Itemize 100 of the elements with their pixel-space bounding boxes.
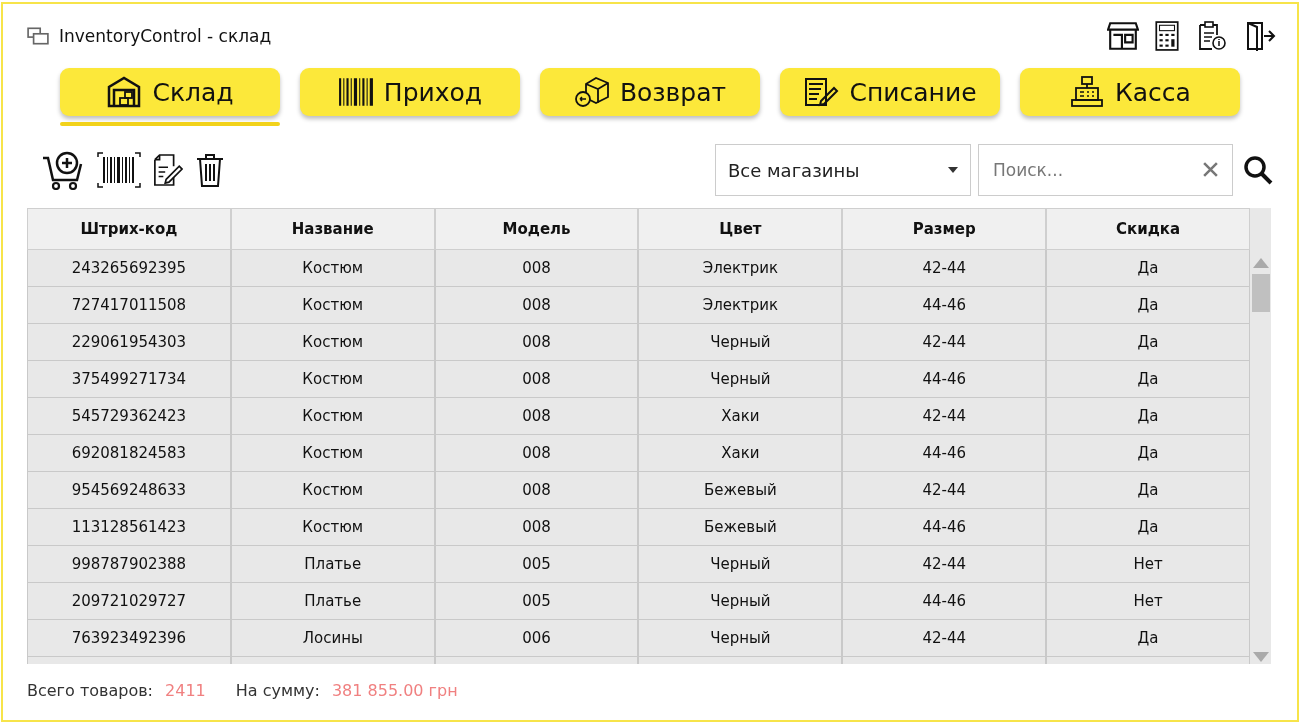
- table-cell: 44-46: [842, 287, 1047, 324]
- table-cell: Да: [1046, 398, 1250, 435]
- table-cell: Костюм: [230, 324, 435, 361]
- dropdown-caret-icon: [948, 167, 958, 173]
- table-cell: 42-44: [842, 546, 1047, 583]
- table-cell: Бежевый: [638, 509, 843, 546]
- table-cell: 727417011508: [27, 287, 231, 324]
- store-icon[interactable]: [1107, 21, 1139, 51]
- search-icon[interactable]: [1243, 155, 1273, 185]
- table-cell: Да: [1046, 287, 1250, 324]
- nav-tab[interactable]: Касса: [1020, 68, 1240, 116]
- table-cell: 545729362423: [27, 398, 231, 435]
- table-cell: Да: [1046, 324, 1250, 361]
- table-cell: 42-44: [842, 620, 1047, 657]
- table-cell: Да: [1046, 250, 1250, 287]
- table-cell: Электрик: [638, 287, 843, 324]
- table-cell: 375499271734: [27, 361, 231, 398]
- table-cell: Да: [1046, 472, 1250, 509]
- table-cell: 008: [434, 509, 639, 546]
- table-cell: 113128561423: [27, 509, 231, 546]
- table-cell: 42-44: [842, 250, 1047, 287]
- table-cell: 008: [434, 287, 639, 324]
- table-cell: Электрик: [638, 250, 843, 287]
- sum-label: На сумму:: [235, 680, 320, 700]
- scroll-thumb[interactable]: [1251, 274, 1270, 312]
- table-cell: Хаки: [638, 435, 843, 472]
- table-cell: Костюм: [230, 361, 435, 398]
- table-cell: Черный: [638, 583, 843, 620]
- barcode-scan-icon[interactable]: [97, 150, 141, 190]
- table-cell: Костюм: [230, 398, 435, 435]
- column-header[interactable]: Скидка: [1046, 208, 1250, 250]
- app-windows-icon: [27, 27, 49, 45]
- search-field[interactable]: Поиск...: [978, 144, 1233, 196]
- sum-value: 381 855.00 грн: [331, 680, 458, 700]
- table-cell: Да: [1046, 361, 1250, 398]
- box-return-icon: [573, 76, 610, 108]
- table-cell: Хаки: [638, 398, 843, 435]
- table-cell: Платье: [230, 546, 435, 583]
- table-cell: Лосины: [230, 620, 435, 657]
- window-title: InventoryControl - склад: [59, 26, 272, 46]
- add-to-cart-icon[interactable]: [41, 150, 85, 190]
- table-cell: Черный: [638, 620, 843, 657]
- table-cell: 008: [434, 435, 639, 472]
- table-cell: 243265692395: [27, 250, 231, 287]
- column-header[interactable]: Модель: [434, 208, 639, 250]
- table-cell: Платье: [230, 583, 435, 620]
- table-cell: Да: [1046, 509, 1250, 546]
- total-value: 2411: [165, 680, 206, 700]
- table-cell: 44-46: [842, 361, 1047, 398]
- table-cell: Костюм: [230, 435, 435, 472]
- store-dropdown[interactable]: Все магазины: [715, 144, 971, 196]
- cash-register-icon: [1069, 76, 1106, 108]
- table-cell: Нет: [1046, 583, 1250, 620]
- table-cell: Костюм: [230, 472, 435, 509]
- column-header[interactable]: Цвет: [638, 208, 843, 250]
- table-cell: 42-44: [842, 472, 1047, 509]
- table-cell: 998787902388: [27, 546, 231, 583]
- nav-tab[interactable]: Возврат: [540, 68, 760, 116]
- table-cell: Черный: [638, 361, 843, 398]
- table-cell: 44-46: [842, 435, 1047, 472]
- table-cell: Да: [1046, 620, 1250, 657]
- table-cell: 008: [434, 324, 639, 361]
- table-cell: 44-46: [842, 583, 1047, 620]
- edit-document-icon[interactable]: [153, 153, 183, 187]
- nav-tab[interactable]: Склад: [60, 68, 280, 116]
- table-cell: Нет: [1046, 546, 1250, 583]
- table-cell: 692081824583: [27, 435, 231, 472]
- table-cell: 008: [434, 398, 639, 435]
- table-cell: 005: [434, 583, 639, 620]
- nav-tab[interactable]: Списание: [780, 68, 1000, 116]
- trash-icon[interactable]: [195, 153, 225, 187]
- clear-icon[interactable]: [1202, 161, 1219, 178]
- table-cell: Бежевый: [638, 472, 843, 509]
- table-cell: Костюм: [230, 509, 435, 546]
- table-cell: 44-46: [842, 509, 1047, 546]
- table-cell: Костюм: [230, 287, 435, 324]
- table-cell: 42-44: [842, 398, 1047, 435]
- column-header[interactable]: Название: [230, 208, 435, 250]
- table-cell: Костюм: [230, 250, 435, 287]
- table-cell: 229061954303: [27, 324, 231, 361]
- table-cell: 763923492396: [27, 620, 231, 657]
- warehouse-icon: [106, 76, 143, 108]
- total-label: Всего товаров:: [27, 680, 153, 700]
- table-cell: 008: [434, 250, 639, 287]
- table-cell: 209721029727: [27, 583, 231, 620]
- barcode-icon: [337, 76, 374, 108]
- table-cell: Черный: [638, 324, 843, 361]
- exit-door-icon[interactable]: [1245, 21, 1277, 51]
- nav-tab[interactable]: Приход: [300, 68, 520, 116]
- table-cell: Черный: [638, 546, 843, 583]
- document-pen-icon: [803, 76, 840, 108]
- table-cell: 008: [434, 472, 639, 509]
- table-cell: 005: [434, 546, 639, 583]
- table-cell: 008: [434, 361, 639, 398]
- column-header[interactable]: Размер: [842, 208, 1047, 250]
- column-header[interactable]: Штрих-код: [27, 208, 231, 250]
- table-cell: 954569248633: [27, 472, 231, 509]
- table-cell: 42-44: [842, 324, 1047, 361]
- table-cell: 006: [434, 620, 639, 657]
- table-cell: Да: [1046, 435, 1250, 472]
